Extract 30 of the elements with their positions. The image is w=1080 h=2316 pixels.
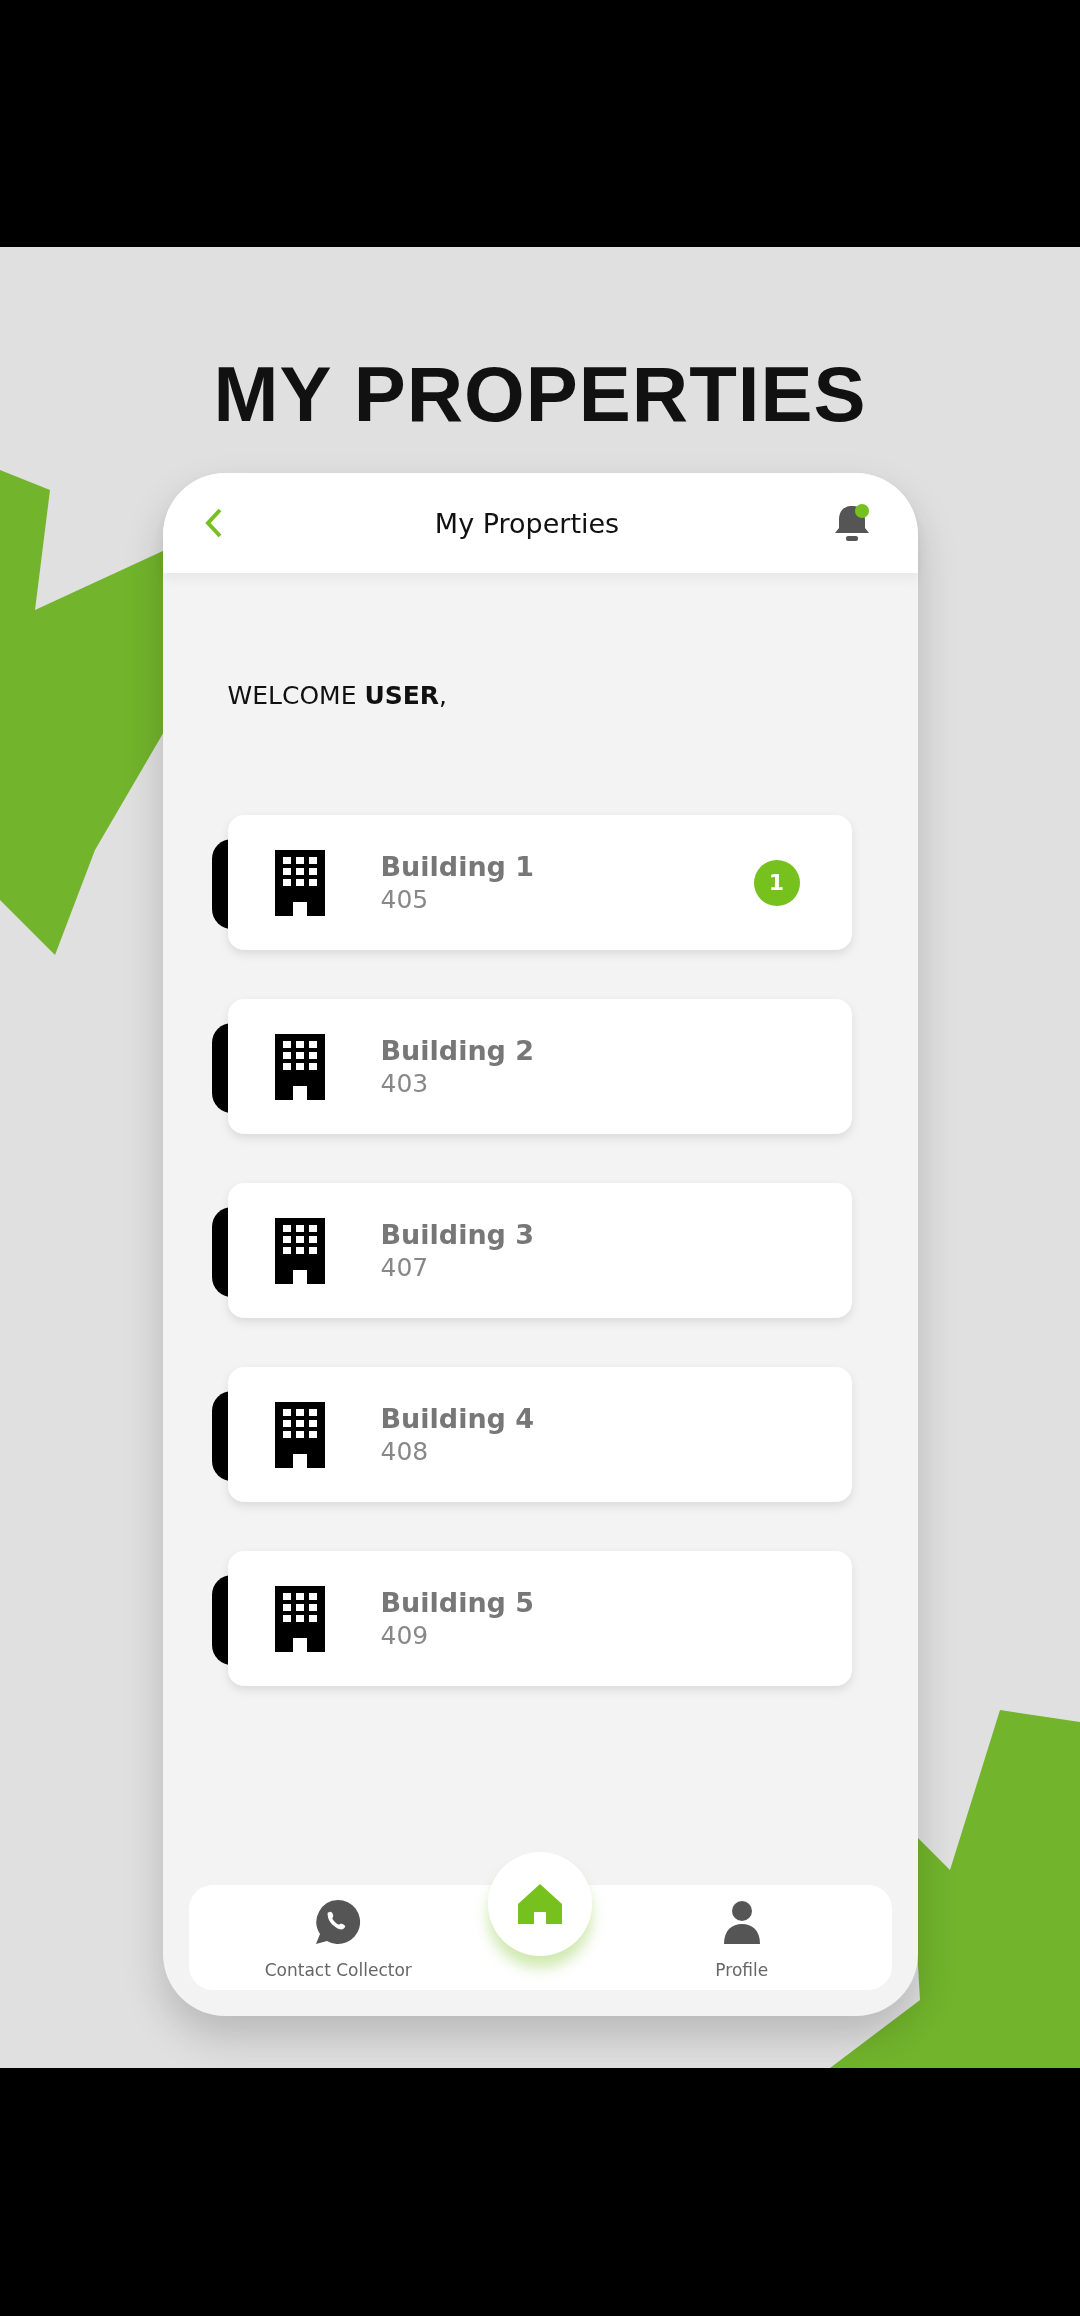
building-name: Building 4 xyxy=(380,1401,536,1436)
nav-item[interactable]: Contact Collector xyxy=(188,1898,488,1990)
building-number: 405 xyxy=(380,883,430,916)
home-button[interactable] xyxy=(488,1852,592,1956)
building-card[interactable]: Building 4 408 xyxy=(227,1367,852,1502)
building-number: 408 xyxy=(380,1435,430,1468)
screen-title: My Properties xyxy=(434,507,620,539)
person-icon xyxy=(721,1900,762,1946)
chat-phone-icon xyxy=(314,1898,363,1946)
building-icon xyxy=(272,1583,327,1654)
building-number: 409 xyxy=(380,1619,430,1652)
building-icon xyxy=(272,1031,327,1102)
building-icon xyxy=(272,847,327,918)
welcome-text: WELCOME USER, xyxy=(227,681,447,710)
building-card[interactable]: Building 3 407 xyxy=(227,1183,852,1318)
count-badge: 1 xyxy=(753,859,800,906)
building-number: 407 xyxy=(380,1251,430,1284)
nav-item[interactable]: Profile xyxy=(592,1900,892,1990)
building-card[interactable]: Building 1 405 1 xyxy=(227,815,852,950)
building-card[interactable]: Building 5 409 xyxy=(227,1551,852,1686)
building-name: Building 5 xyxy=(380,1585,536,1620)
building-number: 403 xyxy=(380,1067,430,1100)
building-name: Building 2 xyxy=(380,1033,536,1068)
home-icon xyxy=(516,1882,564,1926)
page-heading: MY PROPERTIES xyxy=(213,349,867,440)
building-name: Building 3 xyxy=(380,1217,536,1252)
building-name: Building 1 xyxy=(380,849,536,884)
building-card[interactable]: Building 2 403 xyxy=(227,999,852,1134)
building-icon xyxy=(272,1215,327,1286)
building-icon xyxy=(272,1399,327,1470)
